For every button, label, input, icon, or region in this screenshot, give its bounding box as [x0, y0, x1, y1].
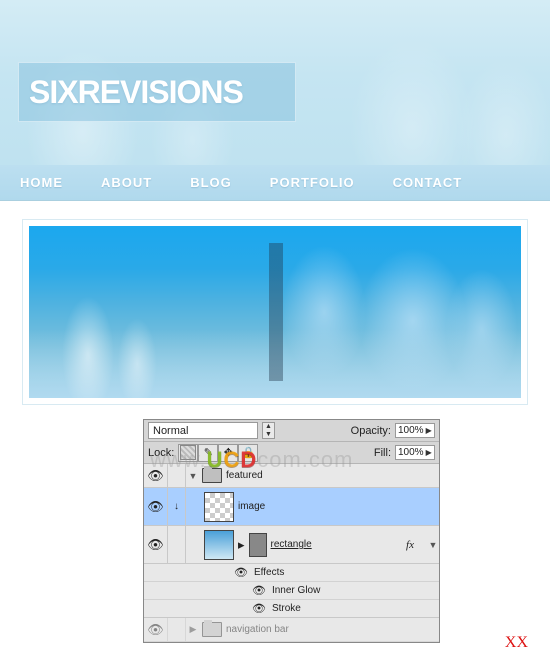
fill-field[interactable]: 100% ▶ — [395, 445, 435, 460]
primary-nav: HOME ABOUT BLOG PORTFOLIO CONTACT — [0, 165, 550, 201]
chevron-down-icon: ▶ — [426, 426, 432, 435]
layer-label: rectangle — [271, 539, 312, 550]
lock-position-button[interactable]: ✥ — [218, 444, 238, 462]
visibility-toggle[interactable]: 👁 — [144, 618, 168, 641]
visibility-toggle[interactable]: 👁 — [144, 488, 168, 525]
transparency-icon — [180, 445, 196, 460]
eye-icon: 👁 — [147, 537, 164, 553]
panel-options-row: Normal ▲▼ Opacity: 100% ▶ — [144, 420, 439, 442]
lock-transparency-button[interactable] — [178, 444, 198, 462]
fx-disclosure[interactable]: ▼ — [427, 540, 439, 550]
layers-panel: Normal ▲▼ Opacity: 100% ▶ Lock: ✎ ✥ 🔒 Fi… — [143, 419, 440, 643]
site-header: SIXREVISIONS — [0, 0, 550, 165]
featured-frame — [22, 219, 528, 405]
layer-label: featured — [226, 470, 263, 481]
folder-icon — [202, 622, 222, 637]
panel-lock-row: Lock: ✎ ✥ 🔒 Fill: 100% ▶ — [144, 442, 439, 464]
lock-pixels-button[interactable]: ✎ — [198, 444, 218, 462]
lock-label: Lock: — [148, 447, 174, 459]
layer-thumbnail — [204, 492, 234, 522]
eye-icon[interactable]: 👁 — [252, 584, 266, 597]
fx-badge[interactable]: fx — [397, 539, 423, 551]
featured-image — [29, 226, 521, 398]
blend-mode-select[interactable]: Normal — [148, 422, 258, 439]
eye-icon: 👁 — [147, 622, 164, 638]
link-cell[interactable] — [168, 618, 186, 641]
effect-stroke[interactable]: 👁 Stroke — [144, 600, 439, 618]
link-icon: ▸ — [238, 537, 245, 553]
effect-label: Stroke — [272, 603, 301, 614]
lock-all-button[interactable]: 🔒 — [238, 444, 258, 462]
layer-label: image — [238, 501, 265, 512]
effects-header[interactable]: 👁 Effects — [144, 564, 439, 582]
effect-inner-glow[interactable]: 👁 Inner Glow — [144, 582, 439, 600]
visibility-toggle[interactable]: 👁 — [144, 526, 168, 563]
lock-buttons: ✎ ✥ 🔒 — [178, 444, 258, 462]
blend-mode-value: Normal — [153, 425, 188, 437]
effects-label: Effects — [254, 567, 284, 578]
layer-label: navigation bar — [226, 624, 289, 635]
opacity-field[interactable]: 100% ▶ — [395, 423, 435, 438]
corner-annotation: XX — [505, 634, 528, 652]
logo-band: SIXREVISIONS — [18, 62, 296, 122]
folder-icon — [202, 468, 222, 483]
layer-tree: 👁 ▼ featured 👁 ↓ image 👁 ▸ — [144, 464, 439, 642]
effect-label: Inner Glow — [272, 585, 320, 596]
eye-icon[interactable]: 👁 — [234, 566, 248, 579]
layer-thumbnail — [204, 530, 234, 560]
chevron-down-icon: ▶ — [426, 448, 432, 457]
link-cell[interactable] — [168, 464, 186, 487]
layer-image[interactable]: 👁 ↓ image — [144, 488, 439, 526]
blend-mode-stepper[interactable]: ▲▼ — [262, 422, 275, 439]
nav-contact[interactable]: CONTACT — [393, 175, 463, 190]
opacity-value: 100% — [398, 425, 424, 436]
fill-label: Fill: — [374, 447, 391, 459]
opacity-label: Opacity: — [351, 425, 391, 437]
nav-about[interactable]: ABOUT — [101, 175, 152, 190]
nav-portfolio[interactable]: PORTFOLIO — [270, 175, 355, 190]
layer-group-navigation-bar[interactable]: 👁 ▶ navigation bar — [144, 618, 439, 642]
link-cell[interactable] — [168, 526, 186, 563]
nav-blog[interactable]: BLOG — [190, 175, 232, 190]
layer-group-featured[interactable]: 👁 ▼ featured — [144, 464, 439, 488]
layer-rectangle[interactable]: 👁 ▸ rectangle fx ▼ — [144, 526, 439, 564]
eye-icon[interactable]: 👁 — [252, 602, 266, 615]
link-cell[interactable]: ↓ — [168, 488, 186, 525]
eye-icon: 👁 — [147, 499, 164, 515]
disclosure-triangle[interactable]: ▼ — [188, 471, 198, 481]
mask-thumbnail — [249, 533, 267, 557]
site-logo-text: SIXREVISIONS — [29, 74, 243, 111]
disclosure-triangle[interactable]: ▶ — [188, 624, 198, 635]
eye-icon: 👁 — [147, 468, 164, 484]
fill-value: 100% — [398, 447, 424, 458]
visibility-toggle[interactable]: 👁 — [144, 464, 168, 487]
nav-home[interactable]: HOME — [20, 175, 63, 190]
